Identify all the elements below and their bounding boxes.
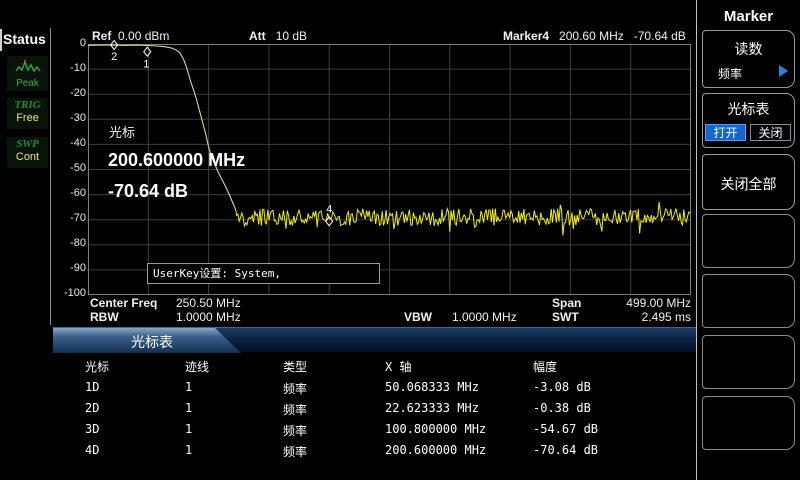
y-tick-label: -10 [70, 62, 86, 74]
cell-x: 22.623333 MHz [385, 401, 479, 415]
cell-type: 频率 [283, 445, 308, 459]
marker-number-label: 1 [143, 59, 149, 71]
empty-softkey[interactable] [702, 214, 795, 268]
span-value: 499.00 MHz [626, 296, 691, 310]
swp-tag: SWP [16, 138, 39, 150]
att-value: 10 dB [275, 29, 308, 43]
marker-number-label: 4 [326, 203, 332, 215]
ref-label: Ref [92, 29, 112, 43]
cell-marker: 4D [85, 443, 100, 457]
menu-panel-divider [696, 0, 697, 480]
overlay-marker-amplitude: -70.64 dB [108, 181, 189, 201]
userkey-message-box: UserKey设置: System, [147, 263, 380, 284]
rbw-label: RBW [90, 310, 119, 324]
cell-amp: -3.08 dB [533, 380, 591, 394]
marker-freq: 200.60 MHz [559, 29, 624, 43]
readout-value: 频率 [718, 67, 743, 81]
col-header-type: 类型 [283, 360, 308, 374]
swp-value: Cont [15, 151, 40, 163]
cell-amp: -54.67 dB [533, 422, 599, 436]
detector-label: Peak [16, 78, 39, 89]
trig-value: Free [16, 112, 39, 124]
overlay-marker-title: 光标 [109, 125, 136, 140]
swt-value: 2.495 ms [641, 310, 691, 324]
cell-x: 200.600000 MHz [385, 443, 487, 457]
cell-trace: 1 [185, 422, 193, 436]
menu-title: Marker [723, 8, 774, 25]
active-marker-readout: Marker4 200.60 MHz -70.64 dB [503, 29, 686, 43]
marker-table-on-toggle[interactable]: 打开 [705, 124, 746, 141]
marker-amp: -70.64 dB [633, 29, 686, 43]
empty-softkey[interactable] [702, 396, 795, 450]
ref-level-readout: Ref 0.00 dBm [92, 29, 169, 43]
tab-marker-table-label: 光标表 [131, 334, 173, 350]
marker-number-label: 2 [111, 51, 117, 63]
trigger-status: TRIG Free [7, 98, 48, 129]
col-header-x-axis: X 轴 [385, 360, 412, 374]
marker-table-softkey-label: 光标表 [727, 101, 770, 117]
marker-label: Marker4 [503, 29, 550, 43]
sidebar-divider [50, 28, 51, 325]
peak-waveform-icon [14, 60, 41, 73]
y-tick-label: -40 [70, 137, 86, 149]
y-tick-label: -60 [70, 187, 86, 199]
y-tick-label: -30 [70, 112, 86, 124]
cell-marker: 2D [85, 401, 100, 415]
cell-marker: 1D [85, 380, 100, 394]
cell-amp: -0.38 dB [533, 401, 591, 415]
cell-type: 频率 [283, 424, 308, 438]
cell-trace: 1 [185, 401, 193, 415]
empty-softkey[interactable] [702, 274, 795, 328]
cell-x: 50.068333 MHz [385, 380, 479, 394]
table-tab-bar: 光标表 [53, 327, 697, 353]
submenu-arrow-icon [779, 65, 788, 77]
readout-label: 读数 [734, 41, 763, 57]
cell-marker: 3D [85, 422, 100, 436]
center-freq-value: 250.50 MHz [176, 296, 241, 310]
rbw-value: 1.0000 MHz [176, 310, 241, 324]
y-tick-label: -80 [70, 237, 86, 249]
trig-tag: TRIG [14, 99, 41, 111]
sweep-status: SWP Cont [7, 137, 48, 168]
vbw-label: VBW [404, 310, 432, 324]
cell-amp: -70.64 dB [533, 443, 599, 457]
col-header-trace: 迹线 [185, 360, 210, 374]
spectrum-analyzer-screen: Status Peak TRIG Free SWP Cont Ref 0.00 … [0, 0, 800, 480]
marker-table-off-toggle[interactable]: 关闭 [750, 124, 791, 141]
attenuation-readout: Att 10 dB [249, 29, 307, 43]
y-tick-label: -100 [63, 287, 86, 299]
y-tick-label: -20 [70, 87, 86, 99]
col-header-amplitude: 幅度 [533, 360, 558, 374]
status-edge-mark [0, 29, 2, 51]
cell-trace: 1 [185, 443, 193, 457]
ref-value: 0.00 dBm [118, 29, 170, 43]
cell-type: 频率 [283, 382, 308, 396]
cell-type: 频率 [283, 403, 308, 417]
swt-label: SWT [552, 310, 579, 324]
empty-softkey[interactable] [702, 335, 795, 389]
center-freq-label: Center Freq [90, 296, 158, 310]
overlay-marker-frequency: 200.600000 MHz [108, 150, 246, 170]
y-tick-label: -70 [70, 212, 86, 224]
y-tick-label: 0 [79, 37, 86, 49]
att-label: Att [249, 29, 266, 43]
col-header-marker: 光标 [85, 360, 110, 374]
span-label: Span [552, 296, 582, 310]
vbw-value: 1.0000 MHz [452, 310, 517, 324]
cell-x: 100.800000 MHz [385, 422, 487, 436]
y-tick-label: -50 [70, 162, 86, 174]
close-all-label: 关闭全部 [720, 176, 777, 192]
y-tick-label: -90 [70, 262, 86, 274]
status-title: Status [3, 31, 46, 47]
detector-status: Peak [7, 56, 48, 91]
trace-noise-floor [235, 202, 691, 236]
marker-diamond-icon[interactable] [143, 46, 152, 58]
cell-trace: 1 [185, 380, 193, 394]
